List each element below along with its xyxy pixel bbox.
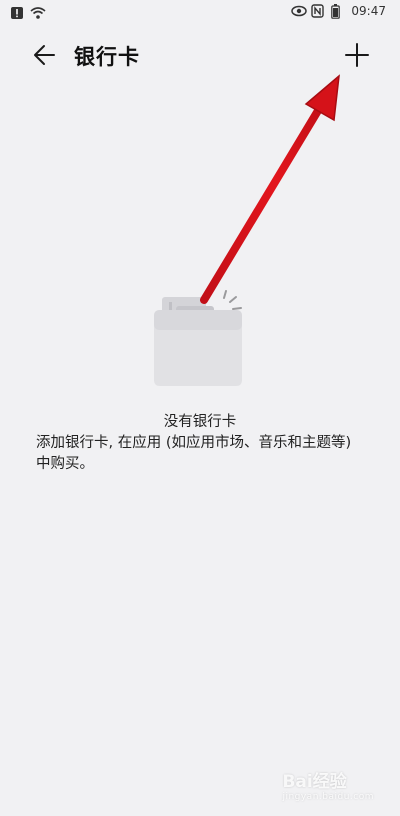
status-right: 09:47 (291, 4, 386, 19)
plus-icon (345, 43, 369, 67)
page-title: 银行卡 (74, 45, 140, 69)
empty-state-description: 添加银行卡, 在应用 (如应用市场、音乐和主题等) 中购买。 (36, 435, 352, 472)
nfc-icon (311, 4, 325, 18)
card-wallet-icon (150, 290, 246, 390)
annotation-arrow (200, 74, 340, 304)
status-bar: 09:47 (0, 0, 400, 26)
wifi-icon (30, 5, 46, 19)
status-left (10, 5, 46, 19)
empty-state-title: 没有银行卡 (163, 414, 237, 430)
arrow-left-icon (34, 45, 55, 65)
alert-icon (10, 5, 24, 19)
watermark: Bai经验 jingyan.baidu.com (282, 767, 374, 802)
eye-icon (291, 4, 308, 18)
watermark-text: Bai经验 (282, 772, 347, 792)
battery-icon (331, 4, 345, 19)
back-button[interactable] (28, 38, 62, 72)
add-card-button[interactable] (340, 38, 374, 72)
app-bar: 银行卡 (0, 26, 400, 82)
watermark-subtext: jingyan.baidu.com (282, 792, 374, 802)
status-time: 09:47 (351, 4, 386, 18)
